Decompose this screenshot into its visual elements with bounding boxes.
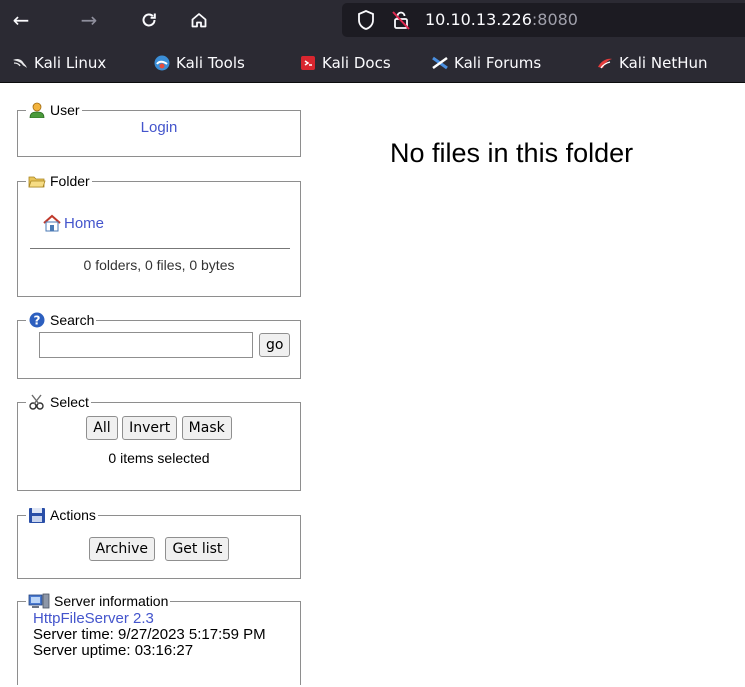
- reload-icon[interactable]: [133, 4, 165, 36]
- open-folder-icon: [28, 176, 46, 188]
- server-time: Server time: 9/27/2023 5:17:59 PM: [33, 626, 266, 643]
- server-info-legend: Server information: [26, 593, 170, 609]
- kali-forums-icon: [432, 56, 448, 70]
- back-arrow-icon[interactable]: ←: [5, 4, 37, 36]
- search-input[interactable]: [39, 332, 253, 358]
- archive-button[interactable]: Archive: [88, 537, 155, 561]
- actions-legend-label: Actions: [50, 507, 96, 523]
- url-port: :8080: [531, 10, 578, 29]
- help-question-icon: ?: [29, 312, 45, 328]
- page-content: User Login Folder Home 0 folders, 0 file…: [0, 83, 745, 687]
- svg-text:?: ?: [34, 314, 41, 328]
- kali-docs-icon: [301, 56, 315, 70]
- select-all-button[interactable]: All: [86, 416, 118, 440]
- selected-count: 0 items selected: [108, 450, 210, 466]
- get-list-button[interactable]: Get list: [165, 537, 230, 561]
- home-link-row[interactable]: Home: [18, 189, 300, 232]
- bookmark-label: Kali Tools: [176, 54, 245, 72]
- bookmark-label: Kali Docs: [322, 54, 391, 72]
- bookmark-label: Kali NetHun: [619, 54, 708, 72]
- scissors-icon: [29, 394, 44, 410]
- bookmark-kali-docs[interactable]: Kali Docs: [300, 52, 391, 74]
- folder-divider: [30, 248, 290, 249]
- folder-legend-label: Folder: [50, 173, 90, 189]
- floppy-disk-icon: [29, 508, 45, 523]
- forward-arrow-icon[interactable]: →: [73, 4, 105, 36]
- bookmark-kali-tools[interactable]: Kali Tools: [154, 52, 245, 74]
- empty-folder-message: No files in this folder: [390, 138, 634, 168]
- url-bar[interactable]: 10.10.13.226:8080: [342, 3, 745, 37]
- url-host: 10.10.13.226: [425, 10, 532, 29]
- search-go-button[interactable]: go: [259, 333, 291, 357]
- kali-dragon-icon: [13, 58, 27, 68]
- select-legend-label: Select: [50, 394, 89, 410]
- server-info-legend-label: Server information: [54, 593, 169, 609]
- search-legend-label: Search: [50, 312, 95, 328]
- bookmark-label: Kali Forums: [454, 54, 542, 72]
- server-computer-icon: [28, 593, 50, 609]
- kali-tools-icon: [154, 55, 170, 71]
- url-text: 10.10.13.226:8080: [425, 10, 578, 29]
- select-mask-button[interactable]: Mask: [181, 416, 232, 440]
- search-legend: ? Search: [26, 312, 96, 328]
- user-legend-label: User: [50, 102, 80, 118]
- folder-legend: Folder: [26, 173, 92, 189]
- select-legend: Select: [26, 394, 91, 410]
- bookmark-kali-forums[interactable]: Kali Forums: [432, 52, 541, 74]
- user-panel: User Login: [17, 102, 301, 157]
- user-icon: [29, 102, 45, 118]
- browser-toolbar: ← → 10.10.13.226:8080: [0, 0, 745, 42]
- bookmark-kali-nethunter[interactable]: Kali NetHun: [597, 52, 708, 74]
- home-link[interactable]: Home: [64, 215, 104, 232]
- search-panel: ? Search go: [17, 312, 301, 379]
- bookmarks-toolbar: Kali Linux Kali Tools Kali Docs Kali For…: [0, 42, 745, 83]
- bookmark-kali-linux[interactable]: Kali Linux: [12, 52, 106, 74]
- server-uptime: Server uptime: 03:16:27: [33, 642, 194, 659]
- home-icon[interactable]: [183, 4, 215, 36]
- login-link[interactable]: Login: [141, 119, 178, 136]
- server-software-link[interactable]: HttpFileServer 2.3: [33, 610, 154, 627]
- select-invert-button[interactable]: Invert: [122, 416, 178, 440]
- home-folder-icon: [43, 214, 61, 232]
- select-panel: Select All Invert Mask 0 items selected: [17, 394, 301, 491]
- insecure-lock-icon[interactable]: [390, 9, 412, 31]
- folder-panel: Folder Home 0 folders, 0 files, 0 bytes: [17, 173, 301, 297]
- actions-legend: Actions: [26, 507, 98, 523]
- tracking-shield-icon[interactable]: [356, 9, 376, 31]
- bookmark-label: Kali Linux: [34, 54, 107, 72]
- actions-panel: Actions Archive Get list: [17, 507, 301, 579]
- user-legend: User: [26, 102, 82, 118]
- kali-nethunter-icon: [598, 58, 612, 69]
- server-info-panel: Server information HttpFileServer 2.3 Se…: [17, 593, 301, 685]
- folder-summary: 0 folders, 0 files, 0 bytes: [83, 257, 235, 273]
